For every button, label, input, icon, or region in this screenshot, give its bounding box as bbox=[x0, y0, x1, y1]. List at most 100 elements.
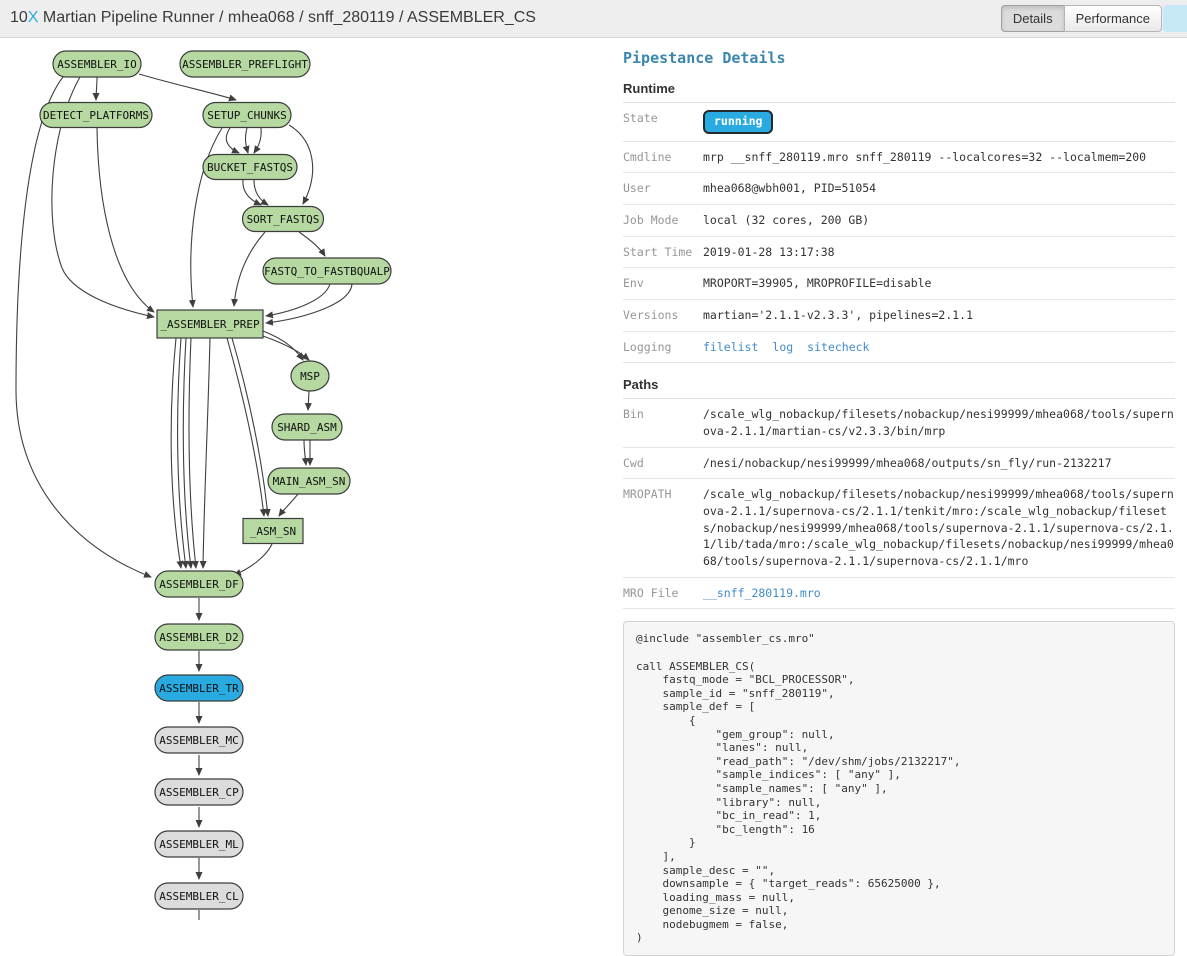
node-label: ASSEMBLER_D2 bbox=[159, 631, 238, 644]
graph-edge bbox=[245, 128, 248, 153]
row-label: Job Mode bbox=[623, 212, 703, 229]
detail-row-mro-file: MRO File__snff_280119.mro bbox=[623, 578, 1175, 610]
row-label: Start Time bbox=[623, 244, 703, 261]
row-label: Bin bbox=[623, 406, 703, 439]
graph-edge bbox=[254, 180, 268, 205]
view-toggle-group: Details Performance bbox=[1001, 5, 1162, 32]
node-label: ASSEMBLER_MC bbox=[159, 734, 238, 747]
row-label: Env bbox=[623, 275, 703, 292]
graph-edge bbox=[263, 331, 303, 360]
node-label: SHARD_ASM bbox=[277, 421, 337, 434]
graph-edge bbox=[171, 338, 181, 568]
graph-edge bbox=[189, 338, 196, 568]
row-value: mrp __snff_280119.mro snff_280119 --loca… bbox=[703, 149, 1175, 166]
row-value: 2019-01-28 13:17:38 bbox=[703, 244, 1175, 261]
detail-row-job-mode: Job Modelocal (32 cores, 200 GB) bbox=[623, 205, 1175, 237]
graph-node-MAIN_ASM_SN[interactable]: MAIN_ASM_SN bbox=[268, 468, 350, 494]
node-label: SORT_FASTQS bbox=[247, 213, 320, 226]
row-value: martian='2.1.1-v2.3.3', pipelines=2.1.1 bbox=[703, 307, 1175, 324]
row-label: Logging bbox=[623, 339, 703, 356]
graph-node-DETECT_PLATFORMS[interactable]: DETECT_PLATFORMS bbox=[40, 103, 152, 128]
brand-10: 10 bbox=[10, 9, 28, 26]
detail-row-state: Staterunning bbox=[623, 103, 1175, 142]
graph-edge bbox=[97, 128, 154, 312]
mro-code-block: @include "assembler_cs.mro" call ASSEMBL… bbox=[623, 621, 1175, 956]
row-label: MROPATH bbox=[623, 486, 703, 569]
pipeline-graph: ASSEMBLER_IO ASSEMBLER_PREFLIGHT DETECT_PL… bbox=[0, 38, 620, 920]
graph-node-ASSEMBLER_TR[interactable]: ASSEMBLER_TR bbox=[155, 675, 243, 701]
graph-edge bbox=[263, 336, 309, 360]
row-label: Versions bbox=[623, 307, 703, 324]
graph-node-MSP[interactable]: MSP bbox=[291, 361, 329, 391]
node-label: ASSEMBLER_IO bbox=[57, 58, 136, 71]
graph-edge bbox=[16, 77, 151, 577]
node-label: ASSEMBLER_CL bbox=[159, 890, 239, 903]
graph-node-SORT_FASTQS[interactable]: SORT_FASTQS bbox=[243, 207, 324, 232]
row-value: /scale_wlg_nobackup/filesets/nobackup/ne… bbox=[703, 486, 1175, 569]
graph-node-ASSEMBLER_MC[interactable]: ASSEMBLER_MC bbox=[155, 727, 243, 753]
detail-row-versions: Versionsmartian='2.1.1-v2.3.3', pipeline… bbox=[623, 300, 1175, 332]
detail-row-user: Usermhea068@wbh001, PID=51054 bbox=[623, 173, 1175, 205]
graph-node-SHARD_ASM[interactable]: SHARD_ASM bbox=[272, 414, 342, 440]
graph-edge bbox=[234, 232, 265, 306]
top-navbar: 10X Martian Pipeline Runner / mhea068 / … bbox=[0, 0, 1187, 38]
row-label: Cwd bbox=[623, 455, 703, 472]
graph-edge bbox=[139, 74, 236, 100]
node-label: MSP bbox=[300, 370, 320, 383]
node-label: ASSEMBLER_DF bbox=[159, 578, 238, 591]
row-value: filelist log sitecheck bbox=[703, 339, 1175, 356]
row-value: running bbox=[703, 110, 1175, 134]
section-heading-paths: Paths bbox=[623, 377, 1175, 399]
graph-node-ASSEMBLER_ML[interactable]: ASSEMBLER_ML bbox=[155, 831, 243, 857]
graph-node-ASSEMBLER_IO[interactable]: ASSEMBLER_IO bbox=[53, 51, 141, 77]
graph-edge bbox=[227, 338, 264, 516]
node-label: _ASSEMBLER_PREP bbox=[160, 318, 260, 331]
graph-node-ASSEMBLER_DF[interactable]: ASSEMBLER_DF bbox=[155, 571, 243, 597]
graph-node-ASSEMBLER_PREFLIGHT[interactable]: ASSEMBLER_PREFLIGHT bbox=[180, 51, 310, 77]
graph-node-SETUP_CHUNKS[interactable]: SETUP_CHUNKS bbox=[203, 103, 291, 128]
node-label: SETUP_CHUNKS bbox=[207, 109, 286, 122]
details-button[interactable]: Details bbox=[1001, 5, 1064, 32]
graph-edge bbox=[226, 128, 239, 153]
detail-row-logging: Loggingfilelist log sitecheck bbox=[623, 332, 1175, 364]
panel-title: Pipestance Details bbox=[623, 49, 1175, 67]
graph-node-ASSEMBLER_D2[interactable]: ASSEMBLER_D2 bbox=[155, 624, 243, 650]
row-value: MROPORT=39905, MROPROFILE=disable bbox=[703, 275, 1175, 292]
graph-edge bbox=[96, 77, 97, 100]
detail-sections: RuntimeStaterunningCmdlinemrp __snff_280… bbox=[623, 81, 1175, 609]
row-value: mhea068@wbh001, PID=51054 bbox=[703, 180, 1175, 197]
row-label: User bbox=[623, 180, 703, 197]
graph-node-ASSEMBLER_CL[interactable]: ASSEMBLER_CL bbox=[155, 883, 243, 909]
node-label: ASSEMBLER_PREFLIGHT bbox=[182, 58, 308, 71]
node-label: MAIN_ASM_SN bbox=[273, 475, 346, 488]
node-label: ASSEMBLER_TR bbox=[159, 682, 239, 695]
page-title: 10X Martian Pipeline Runner / mhea068 / … bbox=[10, 9, 536, 27]
graph-node-FASTQ_TO_FASTBQUALP[interactable]: FASTQ_TO_FASTBQUALP bbox=[263, 258, 391, 284]
graph-edge bbox=[232, 338, 268, 516]
header-accent-strip bbox=[1163, 5, 1187, 32]
node-label: ASSEMBLER_ML bbox=[159, 838, 239, 851]
pipestance-details-panel: Pipestance Details RuntimeStaterunningCm… bbox=[623, 38, 1175, 956]
detail-row-mropath: MROPATH/scale_wlg_nobackup/filesets/noba… bbox=[623, 479, 1175, 577]
detail-row-bin: Bin/scale_wlg_nobackup/filesets/nobackup… bbox=[623, 399, 1175, 447]
node-label: BUCKET_FASTQS bbox=[207, 161, 293, 174]
graph-node-_ASSEMBLER_PREP[interactable]: _ASSEMBLER_PREP bbox=[157, 310, 263, 338]
mro-file-link[interactable]: __snff_280119.mro bbox=[703, 586, 821, 600]
graph-edge bbox=[304, 440, 306, 465]
graph-node-BUCKET_FASTQS[interactable]: BUCKET_FASTQS bbox=[203, 155, 297, 180]
breadcrumb: Martian Pipeline Runner / mhea068 / snff… bbox=[38, 9, 535, 26]
graph-edge bbox=[299, 232, 325, 256]
row-label: Cmdline bbox=[623, 149, 703, 166]
graph-edge bbox=[234, 544, 272, 575]
logging-link-sitecheck[interactable]: sitecheck bbox=[807, 340, 869, 354]
detail-row-cwd: Cwd/nesi/nobackup/nesi99999/mhea068/outp… bbox=[623, 448, 1175, 480]
detail-row-start-time: Start Time2019-01-28 13:17:38 bbox=[623, 237, 1175, 269]
state-badge: running bbox=[703, 110, 773, 134]
performance-button[interactable]: Performance bbox=[1064, 5, 1162, 32]
logging-link-log[interactable]: log bbox=[772, 340, 793, 354]
row-value: local (32 cores, 200 GB) bbox=[703, 212, 1175, 229]
graph-node-ASSEMBLER_CP[interactable]: ASSEMBLER_CP bbox=[155, 779, 243, 805]
graph-node-_ASM_SN[interactable]: _ASM_SN bbox=[243, 519, 303, 544]
logging-link-filelist[interactable]: filelist bbox=[703, 340, 758, 354]
graph-nodes: ASSEMBLER_IO ASSEMBLER_PREFLIGHT DETECT_PL… bbox=[40, 51, 391, 909]
